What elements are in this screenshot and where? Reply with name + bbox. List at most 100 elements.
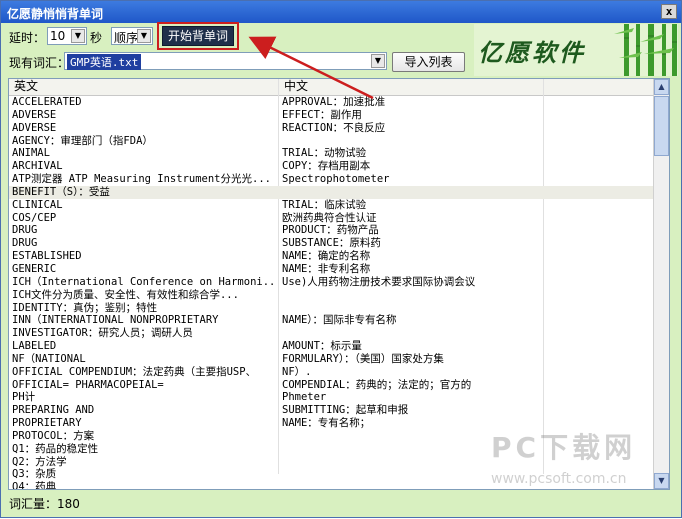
cell-english: GENERIC [12, 262, 57, 275]
app-window: 亿愿静悄悄背单词 x 延时： 10 ▼ 秒 顺序 ▼ 开始背单词 现有词汇： G… [0, 0, 682, 518]
list-item[interactable]: AGENCY：审理部门（指FDA） [9, 135, 654, 148]
list-item[interactable]: DRUG SUBSTANCE：原料药 [9, 237, 654, 250]
brand-logo: 亿愿软件 [474, 24, 678, 76]
list-item[interactable]: ADVERSE EFFECT：副作用 [9, 109, 654, 122]
list-item[interactable]: OFFICIAL COMPENDIUM：法定药典（主要指USP、 NF）. [9, 366, 654, 379]
list-item[interactable]: CLINICAL TRIAL：临床试验 [9, 199, 654, 212]
list-item[interactable]: ACCELERATED APPROVAL：加速批准 [9, 96, 654, 109]
list-item[interactable]: IDENTITY：真伪；鉴别；特性 [9, 302, 654, 315]
delay-label: 延时： [9, 31, 46, 45]
status-word-count: 词汇量：180 [9, 497, 80, 511]
cell-chinese: Use)人用药物注册技术要求国际协调会议 [282, 275, 476, 288]
cell-english: Q1：药品的稳定性 [12, 442, 99, 455]
delay-value: 10 [50, 29, 66, 43]
list-item[interactable]: Q4：药典 [9, 481, 654, 489]
cell-english: NF（NATIONAL [12, 352, 86, 365]
cell-chinese: NAME：非专利名称 [282, 262, 371, 275]
scroll-thumb[interactable] [654, 96, 669, 156]
cell-english: ESTABLISHED [12, 250, 82, 263]
cell-chinese: Spectrophotometer [282, 173, 390, 186]
list-item[interactable]: OFFICIAL= PHARMACOPEIAL= COMPENDIAL：药典的；法… [9, 379, 654, 392]
vocab-select[interactable]: GMP英语.txt ▼ [64, 52, 387, 70]
list-item[interactable]: ANIMAL TRIAL：动物试验 [9, 147, 654, 160]
list-item[interactable]: COS/CEP 欧洲药典符合性认证 [9, 212, 654, 225]
cell-english: INVESTIGATOR：研究人员；调研人员 [12, 327, 193, 340]
cell-english: ADVERSE [12, 121, 57, 134]
cell-english: AGENCY：审理部门（指FDA） [12, 134, 153, 147]
cell-chinese: NF）. [282, 365, 312, 378]
column-header-chinese[interactable]: 中文 [279, 79, 544, 95]
cell-english: PROTOCOL：方案 [12, 429, 95, 442]
list-item[interactable]: Q2：方法学 [9, 456, 654, 469]
cell-chinese: REACTION：不良反应 [282, 121, 386, 134]
window-title: 亿愿静悄悄背单词 [7, 7, 104, 21]
list-rows: ACCELERATED APPROVAL：加速批准 ADVERSE EFFECT：副作… [9, 96, 654, 489]
cell-chinese: 欧洲药典符合性认证 [282, 211, 377, 224]
list-item[interactable]: GENERIC NAME：非专利名称 [9, 263, 654, 276]
import-list-button[interactable]: 导入列表 [392, 52, 465, 72]
cell-english: LABELED [12, 340, 57, 353]
vocab-label: 现有词汇： [9, 56, 70, 70]
delay-select[interactable]: 10 ▼ [47, 27, 87, 45]
cell-english: DRUG [12, 224, 38, 237]
close-button[interactable]: x [661, 4, 677, 19]
cell-english: COS/CEP [12, 211, 57, 224]
list-item[interactable]: NF（NATIONAL FORMULARY）：（美国）国家处方集 [9, 353, 654, 366]
cell-english: OFFICIAL COMPENDIUM：法定药典（主要指USP、 [12, 365, 257, 378]
list-item[interactable]: PROPRIETARY NAME：专有名称； [9, 417, 654, 430]
list-item[interactable]: ICH文件分为质量、安全性、有效性和综合学... [9, 289, 654, 302]
cell-english: OFFICIAL= PHARMACOPEIAL= [12, 378, 164, 391]
vocab-value: GMP英语.txt [67, 54, 142, 70]
cell-chinese: NAME：专有名称； [282, 417, 371, 430]
list-item[interactable]: Q1：药品的稳定性 [9, 443, 654, 456]
cell-english: DRUG [12, 237, 38, 250]
cell-chinese: TRIAL：临床试验 [282, 198, 367, 211]
chevron-down-icon: ▼ [71, 29, 85, 43]
cell-chinese: PRODUCT：药物产品 [282, 224, 379, 237]
cell-english: ADVERSE [12, 108, 57, 121]
scroll-down-icon[interactable]: ▼ [654, 473, 669, 489]
list-header: 英文 中文 [9, 79, 654, 96]
list-item[interactable]: PROTOCOL：方案 [9, 430, 654, 443]
cell-english: ACCELERATED [12, 96, 82, 108]
cell-english: CLINICAL [12, 198, 63, 211]
cell-chinese: FORMULARY）：（美国）国家处方集 [282, 352, 444, 365]
cell-chinese: AMOUNT：标示量 [282, 340, 362, 353]
column-header-english[interactable]: 英文 [9, 79, 279, 95]
list-item[interactable]: PH计 Phmeter [9, 391, 654, 404]
cell-english: Q3：杂质 [12, 468, 57, 481]
cell-english: Q2：方法学 [12, 455, 67, 468]
list-item[interactable]: ATP测定器 ATP Measuring Instrument分光光... Spe… [9, 173, 654, 186]
list-item[interactable]: ARCHIVAL COPY：存档用副本 [9, 160, 654, 173]
cell-english: ATP测定器 ATP Measuring Instrument分光光... [12, 173, 271, 186]
cell-chinese: NAME：确定的名称 [282, 250, 371, 263]
logo-text: 亿愿软件 [478, 38, 586, 67]
title-bar: 亿愿静悄悄背单词 x [1, 1, 681, 23]
list-item[interactable]: ICH（International Conference on Harmoni.… [9, 276, 654, 289]
list-item[interactable]: ESTABLISHED NAME：确定的名称 [9, 250, 654, 263]
list-item[interactable]: PREPARING AND SUBMITTING：起草和申报 [9, 404, 654, 417]
list-item[interactable]: LABELED AMOUNT：标示量 [9, 340, 654, 353]
list-item[interactable]: INVESTIGATOR：研究人员；调研人员 [9, 327, 654, 340]
cell-chinese: TRIAL：动物试验 [282, 147, 367, 160]
scroll-up-icon[interactable]: ▲ [654, 79, 669, 95]
order-select[interactable]: 顺序 ▼ [111, 27, 153, 45]
start-button[interactable]: 开始背单词 [162, 26, 234, 46]
cell-chinese: COMPENDIAL：药典的；法定的；官方的 [282, 378, 472, 391]
cell-english: ARCHIVAL [12, 160, 63, 173]
cell-english: ICH（International Conference on Harmoni.… [12, 275, 277, 288]
cell-english: PROPRIETARY [12, 417, 82, 430]
order-value: 顺序 [114, 31, 139, 45]
cell-chinese: COPY：存档用副本 [282, 160, 371, 173]
vertical-scrollbar[interactable]: ▲ ▼ [653, 79, 669, 489]
chevron-down-icon: ▼ [137, 29, 151, 43]
cell-chinese: Phmeter [282, 391, 327, 404]
list-item[interactable]: BENEFIT（S）：受益 [9, 185, 654, 199]
list-item[interactable]: DRUG PRODUCT：药物产品 [9, 224, 654, 237]
list-item[interactable]: Q3：杂质 [9, 468, 654, 481]
cell-english: ANIMAL [12, 147, 50, 160]
word-list[interactable]: 英文 中文 ACCELERATED APPROVAL：加速批准 ADVERSE EFF… [8, 78, 670, 490]
list-item[interactable]: ADVERSE REACTION：不良反应 [9, 122, 654, 135]
cell-english: BENEFIT（S）：受益 [12, 185, 110, 198]
list-item[interactable]: INN（INTERNATIONAL NONPROPRIETARY NAME）：国际… [9, 314, 654, 327]
